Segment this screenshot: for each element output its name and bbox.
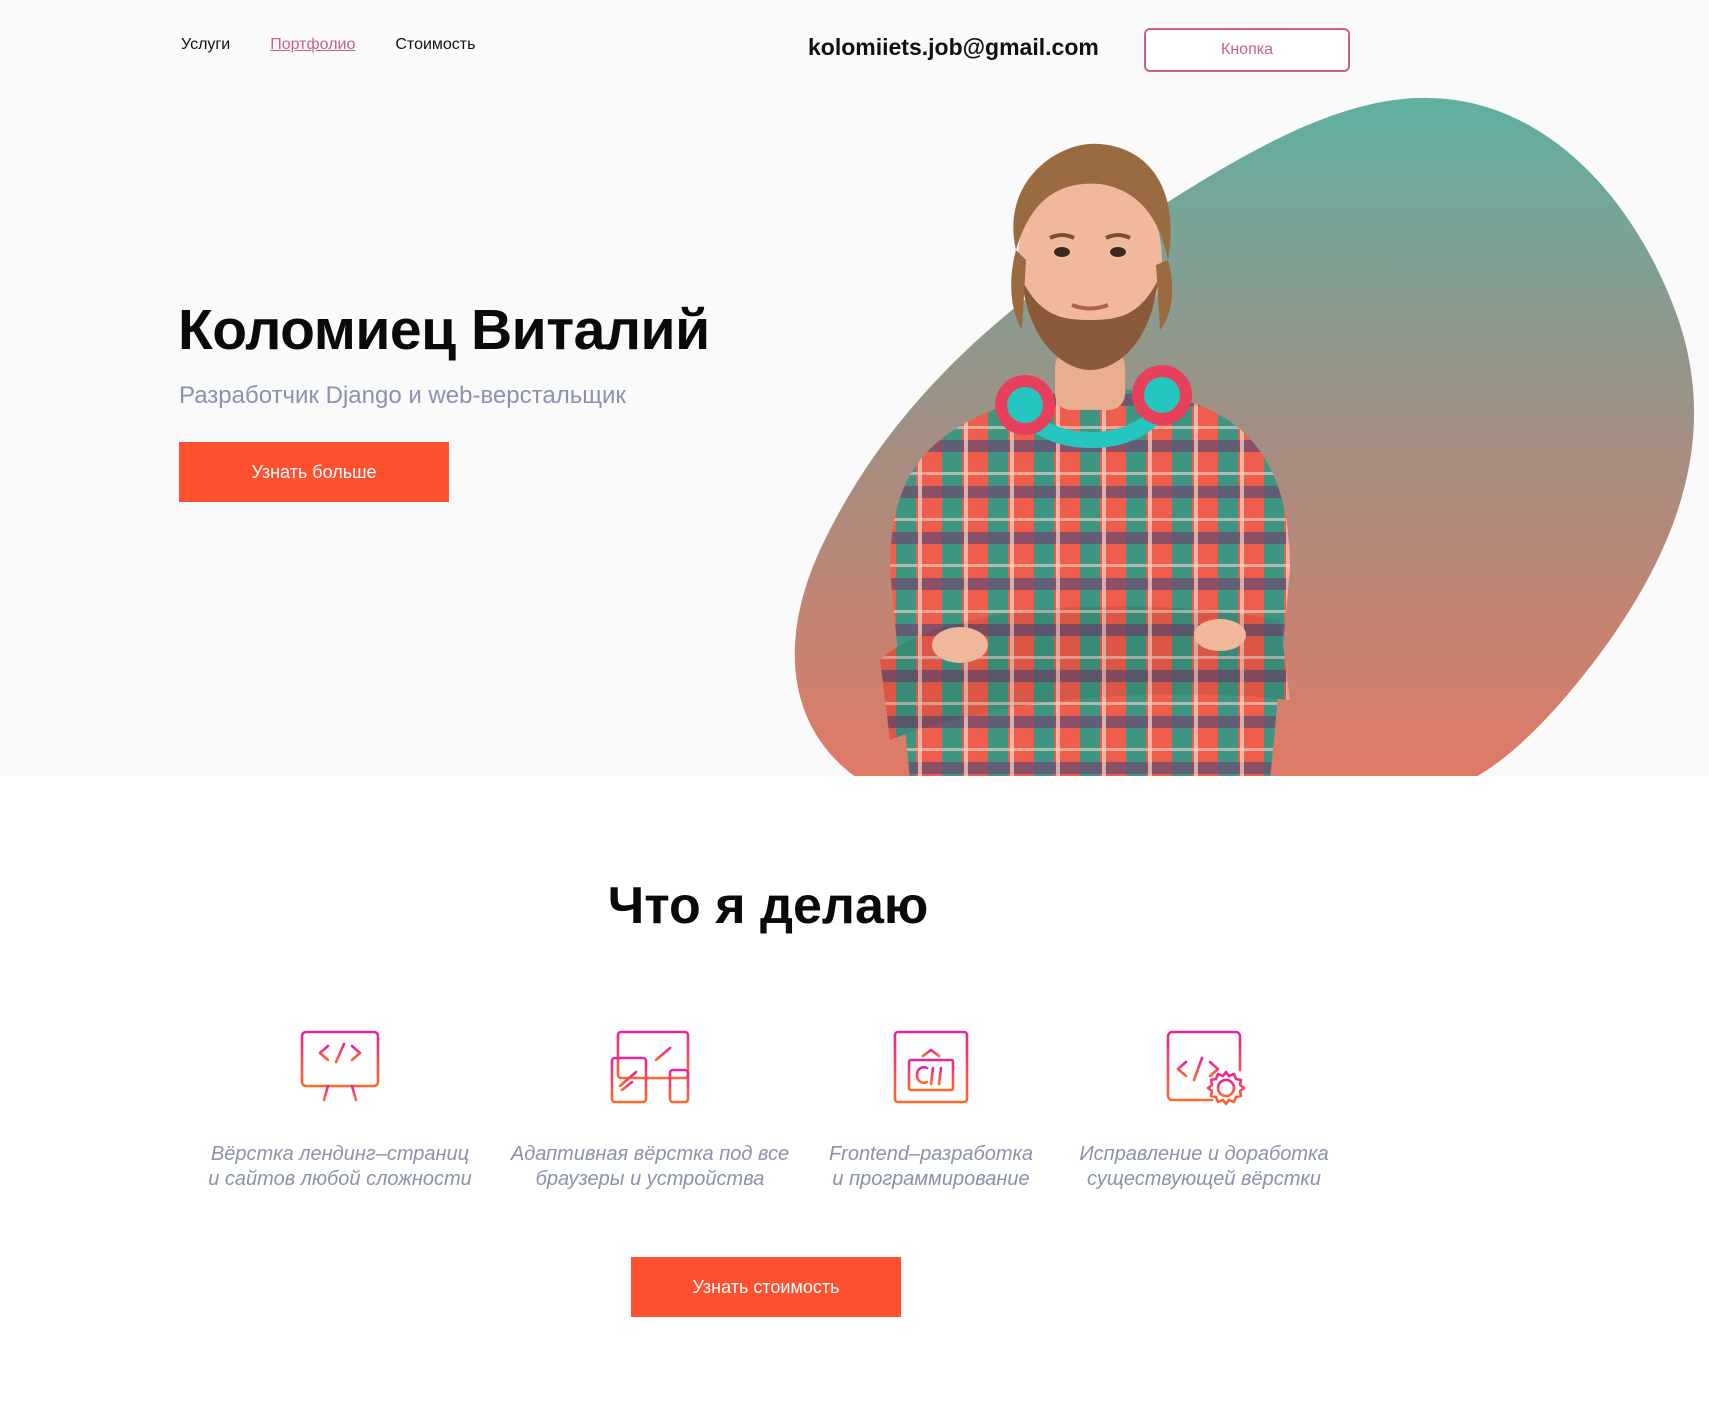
nav-item-services[interactable]: Услуги — [181, 36, 230, 54]
service-responsive: Адаптивная вёрстка под все браузеры и ус… — [500, 1028, 800, 1192]
header-button[interactable]: Кнопка — [1144, 28, 1350, 72]
hero-section: Услуги Портфолио Стоимость kolomiiets.jo… — [0, 0, 1709, 776]
hero-title: Коломиец Виталий — [178, 298, 710, 362]
csharp-window-icon — [893, 1030, 969, 1104]
service-landing-pages: Вёрстка лендинг–страниц и сайтов любой с… — [190, 1028, 490, 1192]
contact-email[interactable]: kolomiiets.job@gmail.com — [808, 34, 1099, 61]
service-text-line: Frontend–разработка — [828, 1143, 1034, 1165]
service-fixing: Исправление и доработка существующей вёр… — [1054, 1028, 1354, 1192]
landing-page: Услуги Портфолио Стоимость kolomiiets.jo… — [0, 0, 1709, 1402]
services-title: Что я делаю — [607, 877, 929, 935]
service-text-line: Исправление и доработка — [1079, 1143, 1329, 1165]
nav-item-pricing[interactable]: Стоимость — [395, 36, 475, 54]
service-text-line: и программирование — [832, 1168, 1030, 1190]
service-text-line: Адаптивная вёрстка под все — [510, 1143, 790, 1165]
code-settings-icon — [1166, 1030, 1246, 1106]
hero-subtitle: Разработчик Django и web-верстальщик — [179, 382, 626, 409]
service-text-line: существующей вёрстки — [1087, 1168, 1321, 1190]
developer-portrait — [880, 143, 1290, 776]
responsive-devices-icon — [610, 1030, 690, 1104]
service-text-line: и сайтов любой сложности — [208, 1168, 472, 1190]
nav-item-portfolio[interactable]: Портфолио — [270, 36, 355, 54]
service-frontend: Frontend–разработка и программирование — [781, 1028, 1081, 1192]
service-text-line: Вёрстка лендинг–страниц — [210, 1143, 470, 1165]
service-text-line: браузеры и устройства — [535, 1168, 765, 1190]
get-price-button[interactable]: Узнать стоимость — [631, 1257, 901, 1317]
main-nav: Услуги Портфолио Стоимость — [181, 36, 475, 54]
learn-more-button[interactable]: Узнать больше — [179, 442, 449, 502]
monitor-code-icon — [300, 1030, 380, 1102]
